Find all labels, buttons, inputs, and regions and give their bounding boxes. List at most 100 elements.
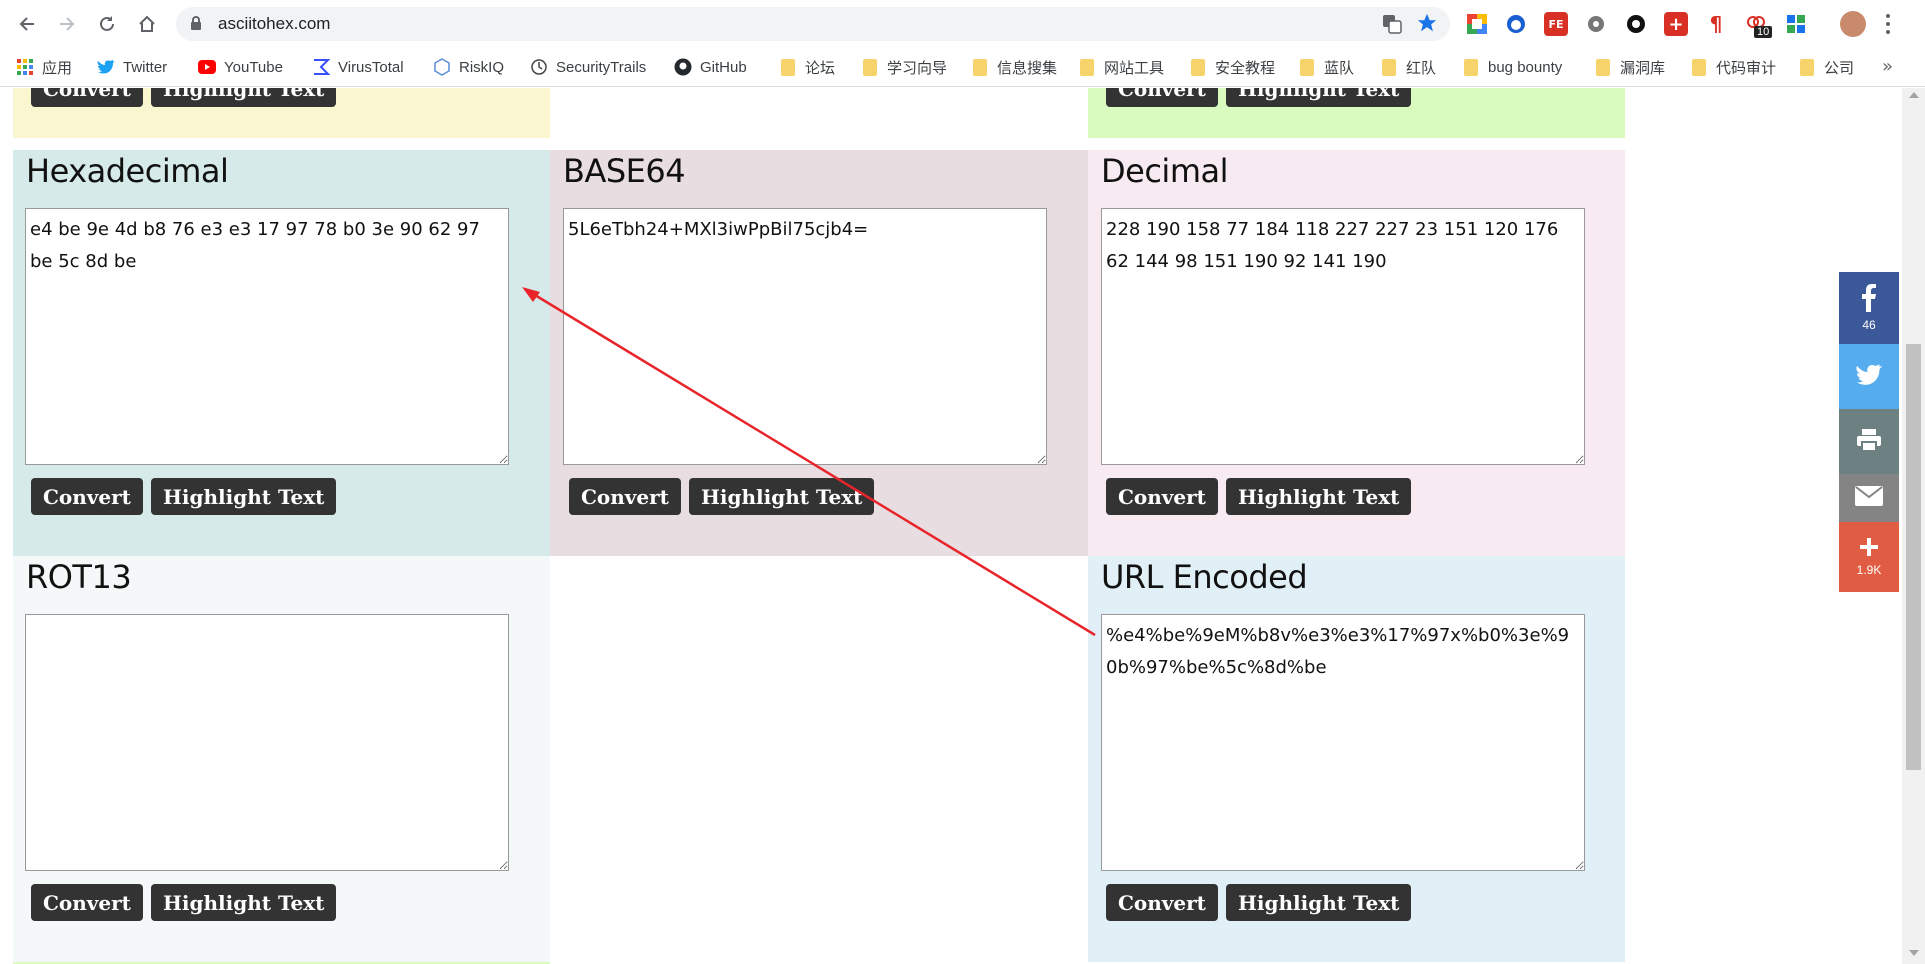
highlight-text-button[interactable]: Highlight Text	[689, 478, 875, 515]
bookmarks-overflow-icon[interactable]: »	[1882, 56, 1893, 77]
share-more-button[interactable]: 1.9K	[1839, 522, 1899, 592]
url-encoded-textarea[interactable]: %e4%be%9eM%b8v%e3%e3%17%97x%b0%3e%90b%97…	[1101, 614, 1585, 871]
extension-badge: 10	[1754, 26, 1773, 38]
bookmark-label: VirusTotal	[338, 58, 404, 76]
scroll-thumb[interactable]	[1906, 344, 1921, 770]
bookmark-star-icon[interactable]	[1416, 12, 1438, 38]
bookmark-item[interactable]: 代码审计	[1690, 55, 1776, 79]
reload-icon[interactable]	[93, 10, 121, 38]
bookmark-label: GitHub	[700, 58, 747, 76]
bookmark-item[interactable]: 论坛	[779, 55, 835, 79]
riskiq-icon	[433, 58, 451, 76]
url-text[interactable]: asciitohex.com	[218, 14, 330, 34]
highlight-text-button[interactable]: Highlight Text	[1226, 88, 1412, 107]
securitytrails-icon	[530, 58, 548, 76]
bookmark-item[interactable]: bug bounty	[1462, 55, 1562, 79]
browser-toolbar: asciitohex.com FE + ¶ 10	[0, 0, 1925, 48]
forward-icon[interactable]	[53, 10, 81, 38]
convert-button[interactable]: Convert	[31, 88, 143, 107]
bookmark-item[interactable]: 红队	[1380, 55, 1436, 79]
convert-button[interactable]: Convert	[31, 884, 143, 921]
bookmark-label: RiskIQ	[459, 58, 504, 76]
share-count: 46	[1862, 318, 1876, 332]
base64-textarea[interactable]: 5L6eTbh24+MXl3iwPpBil75cjb4=	[563, 208, 1047, 465]
panel-title: ROT13	[26, 558, 132, 596]
bookmark-item[interactable]: 应用	[16, 55, 72, 79]
convert-button[interactable]: Convert	[1106, 478, 1218, 515]
decimal-textarea[interactable]: 228 190 158 77 184 118 227 227 23 151 12…	[1101, 208, 1585, 465]
blocks-extension-icon[interactable]	[1784, 12, 1808, 36]
convert-button[interactable]: Convert	[1106, 884, 1218, 921]
page-content: Convert Highlight Text Convert Highlight…	[0, 88, 1925, 964]
panel-top-left: Convert Highlight Text	[13, 88, 550, 138]
bookmark-label: 信息搜集	[997, 59, 1058, 77]
folder-icon	[779, 58, 797, 76]
scroll-up-arrow[interactable]	[1909, 92, 1919, 98]
address-bar[interactable]: asciitohex.com	[176, 7, 1450, 41]
apps-grid-icon	[16, 58, 34, 76]
plus-icon	[1859, 537, 1879, 561]
folder-icon	[1078, 58, 1096, 76]
convert-button[interactable]: Convert	[31, 478, 143, 515]
share-email-button[interactable]	[1839, 474, 1899, 522]
panel-title: BASE64	[563, 152, 686, 190]
scroll-down-arrow[interactable]	[1909, 950, 1919, 956]
bookmark-item[interactable]: RiskIQ	[433, 55, 504, 79]
bookmark-item[interactable]: GitHub	[674, 55, 747, 79]
github-icon	[674, 58, 692, 76]
translate-icon[interactable]	[1382, 14, 1402, 38]
bookmark-label: 漏洞库	[1620, 59, 1666, 77]
bookmark-item[interactable]: 安全教程	[1189, 55, 1275, 79]
hexadecimal-panel: Hexadecimal e4 be 9e 4d b8 76 e3 e3 17 9…	[13, 150, 550, 556]
convert-button[interactable]: Convert	[1106, 88, 1218, 107]
highlight-text-button[interactable]: Highlight Text	[151, 88, 337, 107]
folder-icon	[1189, 58, 1207, 76]
bookmark-item[interactable]: 学习向导	[861, 55, 947, 79]
folder-icon	[1594, 58, 1612, 76]
bookmark-item[interactable]: YouTube	[198, 55, 283, 79]
highlight-text-button[interactable]: Highlight Text	[151, 478, 337, 515]
plus-extension-icon[interactable]: +	[1664, 12, 1688, 36]
rot13-textarea[interactable]	[25, 614, 509, 871]
fe-extension-icon[interactable]: FE	[1544, 12, 1568, 36]
bookmark-item[interactable]: 漏洞库	[1594, 55, 1665, 79]
pilcrow-extension-icon[interactable]: ¶	[1704, 12, 1728, 36]
bookmark-item[interactable]: 网站工具	[1078, 55, 1164, 79]
bookmarks-bar: 应用 Twitter YouTube VirusTotal RiskIQ Security…	[0, 48, 1925, 87]
bookmark-label: 蓝队	[1324, 59, 1355, 77]
bookmark-item[interactable]: 信息搜集	[971, 55, 1057, 79]
back-icon[interactable]	[13, 10, 41, 38]
youtube-play-icon	[198, 58, 216, 76]
highlight-text-button[interactable]: Highlight Text	[1226, 884, 1412, 921]
panel-top-right: Convert Highlight Text	[1088, 88, 1625, 138]
home-icon[interactable]	[133, 10, 161, 38]
bookmark-item[interactable]: SecurityTrails	[530, 55, 646, 79]
highlight-text-button[interactable]: Highlight Text	[1226, 478, 1412, 515]
chrome-extension-icon[interactable]	[1465, 12, 1489, 36]
bookmark-label: 网站工具	[1104, 59, 1165, 77]
bookmark-item[interactable]: VirusTotal	[312, 55, 404, 79]
more-menu-icon[interactable]	[1880, 12, 1896, 36]
gear-extension-icon[interactable]	[1584, 12, 1608, 36]
bookmark-label: 应用	[42, 59, 73, 77]
bookmark-item[interactable]: Twitter	[97, 55, 167, 79]
cat-extension-icon[interactable]	[1504, 12, 1528, 36]
convert-button[interactable]: Convert	[569, 478, 681, 515]
bookmark-label: Twitter	[123, 58, 168, 76]
share-print-button[interactable]	[1839, 409, 1899, 474]
avatar[interactable]	[1840, 11, 1866, 37]
folder-icon	[1380, 58, 1398, 76]
page-scrollbar[interactable]	[1902, 88, 1925, 964]
decimal-panel: Decimal 228 190 158 77 184 118 227 227 2…	[1088, 150, 1625, 556]
bookmark-label: 公司	[1824, 59, 1855, 77]
folder-icon	[971, 58, 989, 76]
hexadecimal-textarea[interactable]: e4 be 9e 4d b8 76 e3 e3 17 97 78 b0 3e 9…	[25, 208, 509, 465]
highlight-text-button[interactable]: Highlight Text	[151, 884, 337, 921]
share-facebook-button[interactable]: 46	[1839, 272, 1899, 344]
share-twitter-button[interactable]	[1839, 344, 1899, 409]
circle-extension-icon[interactable]	[1624, 12, 1648, 36]
bookmark-item[interactable]: 蓝队	[1298, 55, 1354, 79]
bookmark-label: bug bounty	[1488, 58, 1563, 76]
url-encoded-panel: URL Encoded %e4%be%9eM%b8v%e3%e3%17%97x%…	[1088, 556, 1625, 962]
bookmark-item[interactable]: 公司	[1798, 55, 1854, 79]
